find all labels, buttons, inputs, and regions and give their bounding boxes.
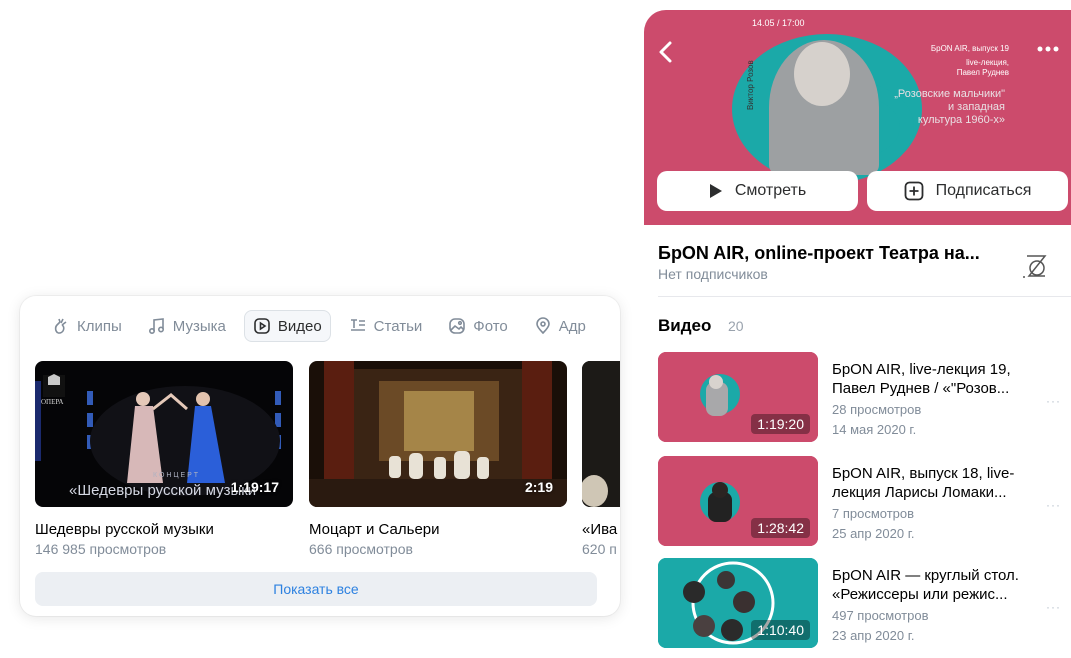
cover-lecture-line: Павел Руднев [956,68,1009,77]
partial-thumbnail-image [582,361,620,507]
clips-icon [54,318,67,334]
subscriber-count: Нет подписчиков [658,266,768,282]
screen: Клипы Музыка Видео Статьи Фото Адр ОПЕРА… [0,0,1071,658]
tab-video[interactable]: Видео [243,310,331,342]
video-title[interactable]: Моцарт и Сальери [309,521,567,538]
back-arrow-icon[interactable] [656,40,676,64]
cover-date: 14.05 / 17:00 [752,18,805,28]
cover-theme: „Розовские мальчики" и западная культура… [894,88,1005,127]
group-panel: 14.05 / 17:00 БрON AIR, выпуск 19 live-л… [644,10,1071,658]
video-date: 14 мая 2020 г. [832,422,917,437]
video-views: 146 985 просмотров [35,541,167,557]
video-title[interactable]: «Ива [582,521,620,538]
tab-label: Фото [473,317,508,335]
tab-label: Видео [277,317,322,335]
more-dots-icon[interactable] [1037,46,1059,52]
cover-theme-line: культура 1960-х» [917,114,1005,126]
cover-issue: БрON AIR, выпуск 19 [930,44,1009,53]
tab-address[interactable]: Адр [526,310,594,342]
video-thumbnail[interactable] [582,361,620,507]
video-views: 28 просмотров [832,402,922,417]
video-carousel: ОПЕРА К О Н Ц Е Р Т «Шедевры русской муз… [35,361,620,561]
overlay-small: К О Н Ц Е Р Т [153,472,199,479]
cover-author: Виктор Розов [746,60,755,110]
media-tabs: Клипы Музыка Видео Статьи Фото Адр [44,310,604,342]
tab-photo[interactable]: Фото [440,310,515,342]
music-note-icon [148,318,164,335]
video-thumbnail[interactable]: 2:19 [309,361,567,507]
subscribe-label: Подписаться [935,182,1032,199]
video-card[interactable]: ОПЕРА К О Н Ц Е Р Т «Шедевры русской муз… [35,361,293,557]
cover-portrait-head [794,42,850,106]
video-thumbnail[interactable]: ОПЕРА К О Н Ц Е Р Т «Шедевры русской муз… [35,361,293,507]
section-title[interactable]: Видео [658,316,711,336]
tab-clips[interactable]: Клипы [44,310,130,342]
photo-icon [449,318,466,334]
watch-button[interactable]: Смотреть [657,171,858,211]
video-duration: 2:19 [524,479,553,495]
media-card: Клипы Музыка Видео Статьи Фото Адр ОПЕРА… [20,296,620,616]
group-logo-icon[interactable] [1019,250,1051,282]
opera-badge: ОПЕРА [41,398,63,406]
video-card[interactable]: 2:19 Моцарт и Сальери 666 просмотров [309,361,567,557]
play-icon [709,184,722,198]
more-dots-icon[interactable]: ··· [1046,498,1061,512]
watch-label: Смотреть [734,182,807,199]
tab-music[interactable]: Музыка [140,310,234,342]
tab-label: Музыка [172,317,226,335]
tab-articles[interactable]: Статьи [341,310,431,342]
divider [658,296,1071,297]
video-views: 666 просмотров [309,541,413,557]
cover-theme-line: „Розовские мальчики" [894,88,1005,100]
section-count: 20 [728,318,744,334]
video-views: 7 просмотров [832,506,915,521]
video-play-icon [254,318,270,334]
video-date: 25 апр 2020 г. [832,526,915,541]
video-views: 620 п [582,541,617,557]
overlay-caption: «Шедевры русской музыки [69,482,256,499]
show-all-button[interactable]: Показать все [35,572,597,606]
tab-label: Клипы [77,317,122,335]
video-title[interactable]: БрON AIR, live-лекция 19, Павел Руднев /… [832,360,1042,398]
tab-label: Статьи [373,317,423,335]
video-date: 23 апр 2020 г. [832,628,915,643]
video-views: 497 просмотров [832,608,929,623]
video-thumbnail[interactable]: 1:28:42 [658,456,818,546]
cover-lecture: live-лекция, Павел Руднев [957,58,1009,78]
video-duration: 1:19:20 [751,414,810,434]
more-dots-icon[interactable]: ··· [1046,600,1061,614]
video-title[interactable]: БрON AIR — круглый стол. «Режиссеры или … [832,566,1042,604]
cover-image: 14.05 / 17:00 БрON AIR, выпуск 19 live-л… [644,10,1071,225]
location-pin-icon [535,317,550,335]
more-dots-icon[interactable]: ··· [1046,394,1061,408]
video-duration: 1:10:40 [751,620,810,640]
list-item[interactable]: 1:19:20 БрON AIR, live-лекция 19, Павел … [658,352,1071,442]
cover-theme-line: и западная [947,101,1005,113]
video-title[interactable]: БрON AIR, выпуск 18, live-лекция Ларисы … [832,464,1042,502]
video-duration: 1:19:17 [230,479,279,495]
video-thumbnail[interactable]: 1:10:40 [658,558,818,648]
video-thumbnail[interactable]: 1:19:20 [658,352,818,442]
list-item[interactable]: 1:28:42 БрON AIR, выпуск 18, live-лекция… [658,456,1071,546]
articles-icon [350,319,365,331]
tab-label: Адр [558,317,586,335]
cover-lecture-line: live-лекция, [966,58,1009,67]
list-item[interactable]: 1:10:40 БрON AIR — круглый стол. «Режисс… [658,558,1071,648]
video-title[interactable]: Шедевры русской музыки [35,521,293,538]
video-duration: 1:28:42 [751,518,810,538]
video-card[interactable]: «Ива 620 п [582,361,620,557]
group-title[interactable]: БрON AIR, online-проект Театра на... [658,243,980,264]
plus-square-icon [904,181,923,201]
subscribe-button[interactable]: Подписаться [867,171,1068,211]
